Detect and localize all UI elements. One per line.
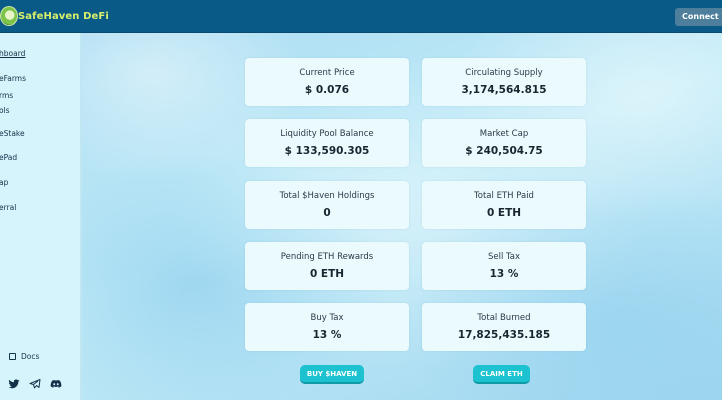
twitter-icon[interactable] [8,378,20,390]
discord-icon[interactable] [50,378,62,390]
top-bar: SafeHaven DeFi Connect W [0,0,722,33]
stat-card-market-cap: Market Cap $ 240,504.75 [422,119,586,167]
stat-value: 13 % [489,268,519,280]
stat-card-buy-tax: Buy Tax 13 % [245,303,409,351]
docs-icon [9,353,16,360]
connect-wallet-button[interactable]: Connect W [675,8,722,26]
stat-label: Total $Haven Holdings [279,191,375,201]
stat-card-total-eth-paid: Total ETH Paid 0 ETH [422,181,586,229]
stat-label: Circulating Supply [465,68,543,78]
stat-card-circulating-supply: Circulating Supply 3,174,564.815 [422,58,586,106]
sidebar-item-referral[interactable]: erral [0,203,16,212]
stat-card-pending-eth-rewards: Pending ETH Rewards 0 ETH [245,242,409,290]
stat-value: $ 133,590.305 [284,145,370,157]
buy-haven-button[interactable]: BUY $HAVEN [300,365,364,384]
stat-label: Sell Tax [487,252,521,262]
telegram-icon[interactable] [29,378,41,390]
logo-icon[interactable] [0,6,18,26]
stat-card-total-haven-holdings: Total $Haven Holdings 0 [245,181,409,229]
sidebar-item-app[interactable]: ap [0,178,8,187]
sidebar: hboard eFarms rms ols eStake ePad ap err… [0,33,81,400]
stat-value: 17,825,435.185 [457,329,551,341]
stat-value: 13 % [312,329,342,341]
sidebar-item-dashboard[interactable]: hboard [0,49,25,58]
stat-value: 0 ETH [486,207,522,219]
stat-value: $ 0.076 [304,84,350,96]
docs-link[interactable]: Docs [9,352,39,361]
stat-label: Total Burned [477,313,531,323]
stat-card-sell-tax: Sell Tax 13 % [422,242,586,290]
stat-label: Pending ETH Rewards [280,252,374,262]
stat-value: 0 ETH [309,268,345,280]
stat-card-total-burned: Total Burned 17,825,435.185 [422,303,586,351]
sidebar-item-rms[interactable]: rms [0,91,13,100]
stat-label: Total ETH Paid [474,191,534,201]
sidebar-item-stake[interactable]: eStake [0,129,25,138]
stat-label: Market Cap [479,129,529,139]
claim-eth-button[interactable]: CLAIM ETH [473,365,530,384]
stat-card-liquidity-pool-balance: Liquidity Pool Balance $ 133,590.305 [245,119,409,167]
stat-value: 3,174,564.815 [461,84,547,96]
stat-value: 0 [323,207,331,219]
dashboard-main: Current Price $ 0.076 Circulating Supply… [82,33,722,400]
stat-value: $ 240,504.75 [465,145,543,157]
stat-label: Current Price [299,68,355,78]
sidebar-item-pools[interactable]: ols [0,106,10,115]
stat-card-current-price: Current Price $ 0.076 [245,58,409,106]
brand-name[interactable]: SafeHaven DeFi [18,11,109,22]
docs-label: Docs [21,352,40,361]
sidebar-item-farms[interactable]: eFarms [0,74,26,83]
sidebar-item-pad[interactable]: ePad [0,153,17,162]
stat-label: Liquidity Pool Balance [280,129,374,139]
stat-label: Buy Tax [310,313,344,323]
